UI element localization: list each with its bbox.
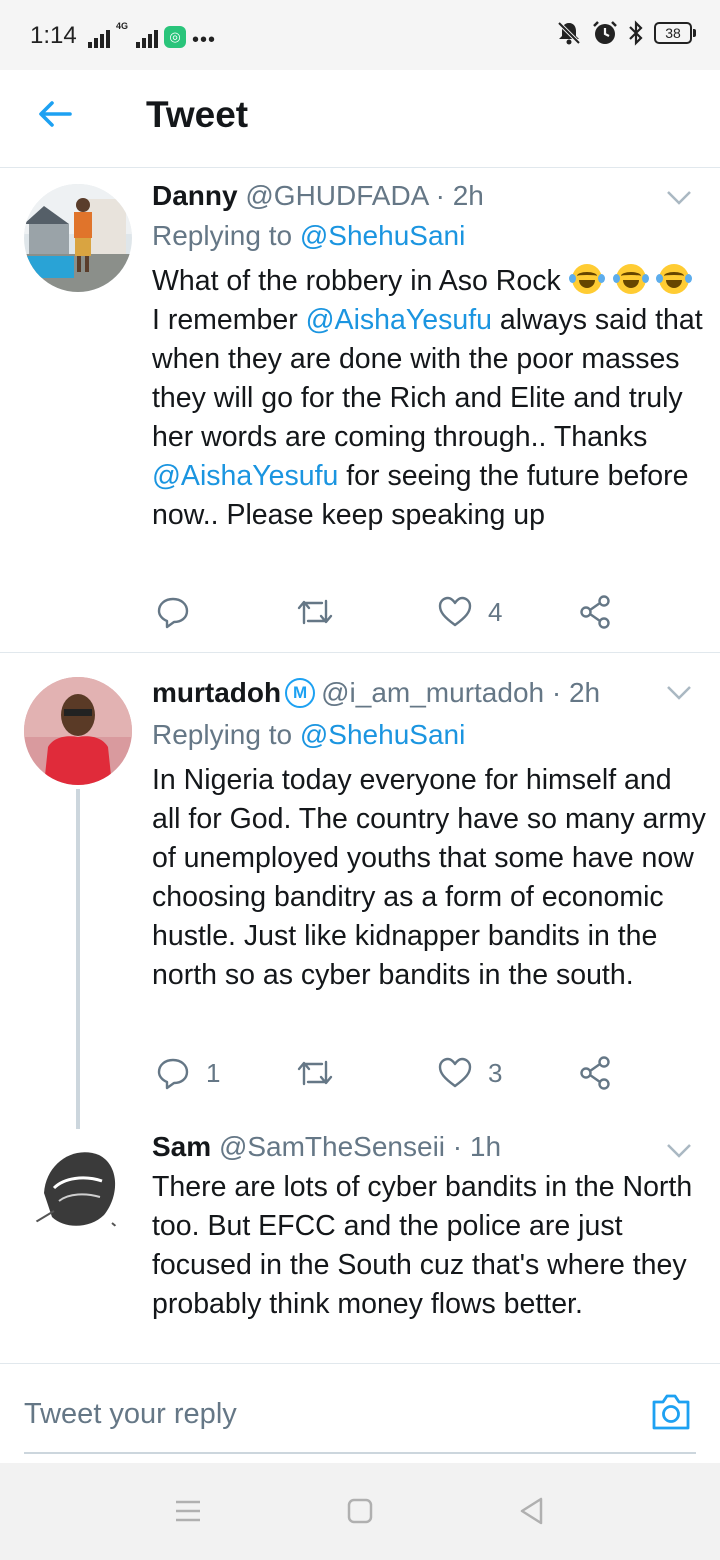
home-square-icon[interactable] [344,1495,376,1527]
tweet-actions: 4 [152,592,652,632]
like-button[interactable]: 3 [438,1053,502,1093]
tweet-1[interactable]: Danny @GHUDFADA · 2h Replying to @ShehuS… [0,168,720,652]
retweet-button[interactable] [296,1053,350,1093]
retweet-icon [297,599,333,625]
status-right-icons: 38 [556,20,696,46]
signal-icon [88,28,110,48]
heart-icon [438,596,472,627]
tweet-time: · 2h [551,677,601,708]
share-button[interactable] [578,1053,612,1093]
chevron-down-icon[interactable] [666,190,692,206]
battery-icon: 38 [654,22,696,44]
tears-of-joy-emoji-icon [568,264,605,294]
reply-icon [157,1058,189,1090]
avatar[interactable] [24,677,132,785]
replying-to: Replying to @ShehuSani [152,719,465,751]
avatar-image [24,1133,132,1241]
chevron-down-icon[interactable] [666,685,692,701]
tweet-text: In Nigeria today everyone for himself an… [152,764,706,991]
user-handle[interactable]: @SamTheSenseii [219,1131,445,1162]
status-left-icons: 4G ◎ ••• [88,21,217,51]
tears-of-joy-emoji-icon [612,264,649,294]
display-name[interactable]: Danny [152,180,238,211]
reply-composer: Tweet your reply [0,1363,720,1463]
reply-button[interactable]: 1 [156,1053,220,1093]
replying-to: Replying to @ShehuSani [152,220,465,252]
tweet-header: Sam @SamTheSenseii · 1h [152,1131,660,1163]
display-name[interactable]: murtadoh [152,677,281,708]
status-bar: 1:14 4G ◎ ••• 38 [0,0,720,70]
arrow-left-icon[interactable] [30,94,82,134]
page-title: Tweet [146,94,249,135]
retweet-icon [297,1060,333,1086]
reply-icon [157,597,189,629]
bluetooth-icon [629,20,643,46]
user-handle[interactable]: @GHUDFADA [245,180,427,211]
tears-of-joy-emoji-icon [656,264,693,294]
tweet-text-part: I remember [152,304,306,336]
back-triangle-icon[interactable] [516,1495,548,1527]
tweet-text: There are lots of cyber bandits in the N… [152,1171,693,1320]
reply-placeholder: Tweet your reply [24,1398,237,1430]
like-count: 3 [488,1057,503,1088]
tweet-header: murtadoh M @i_am_murtadoh · 2h [152,677,660,709]
signal-4g-icon [136,28,159,48]
mention-link[interactable]: @AishaYesufu [152,460,338,492]
app-header: Tweet [0,70,720,168]
avatar-image [24,677,132,785]
tweet-time: · 1h [452,1131,502,1162]
app-notification-icon: ◎ [164,26,187,48]
user-handle[interactable]: @i_am_murtadoh [321,677,544,708]
mention-link[interactable]: @AishaYesufu [306,304,492,336]
tweet-2[interactable]: murtadoh M @i_am_murtadoh · 2h Replying to… [0,653,720,1129]
system-nav-bar [0,1463,720,1560]
share-icon [580,1056,610,1090]
tweet-text: What of the robbery in Aso Rock I rememb… [152,262,708,535]
thread-line [76,789,80,1129]
retweet-button[interactable] [296,592,350,632]
more-notifications-icon: ••• [192,29,217,51]
network-type-label: 4G [116,21,129,31]
replying-to-mention[interactable]: @ShehuSani [300,220,465,251]
status-time: 1:14 [30,22,77,49]
camera-icon[interactable] [650,1392,692,1432]
tweet-actions: 1 3 [152,1053,652,1093]
like-button[interactable]: 4 [438,592,502,632]
menu-icon[interactable] [172,1495,204,1527]
avatar[interactable] [24,1133,132,1241]
tweet-header: Danny @GHUDFADA · 2h [152,180,660,212]
avatar[interactable] [24,184,132,292]
replying-to-label: Replying to [152,719,293,750]
reply-button[interactable] [156,592,206,632]
replying-to-mention[interactable]: @ShehuSani [300,719,465,750]
display-name[interactable]: Sam [152,1131,211,1162]
heart-icon [438,1057,472,1088]
tweet-3[interactable]: Sam @SamTheSenseii · 1h There are lots o… [0,1113,720,1363]
tweet-time: · 2h [435,180,484,211]
tweet-text-part: What of the robbery in Aso Rock [152,265,561,297]
verified-badge-icon: M [285,678,316,708]
reply-count: 1 [206,1057,221,1088]
share-button[interactable] [578,592,612,632]
share-icon [580,595,610,629]
like-count: 4 [488,596,503,627]
chevron-down-icon[interactable] [666,1143,692,1159]
replying-to-label: Replying to [152,220,293,251]
avatar-image [24,184,132,292]
mute-icon [557,21,581,45]
alarm-icon [593,21,617,44]
reply-input[interactable]: Tweet your reply [24,1364,696,1454]
